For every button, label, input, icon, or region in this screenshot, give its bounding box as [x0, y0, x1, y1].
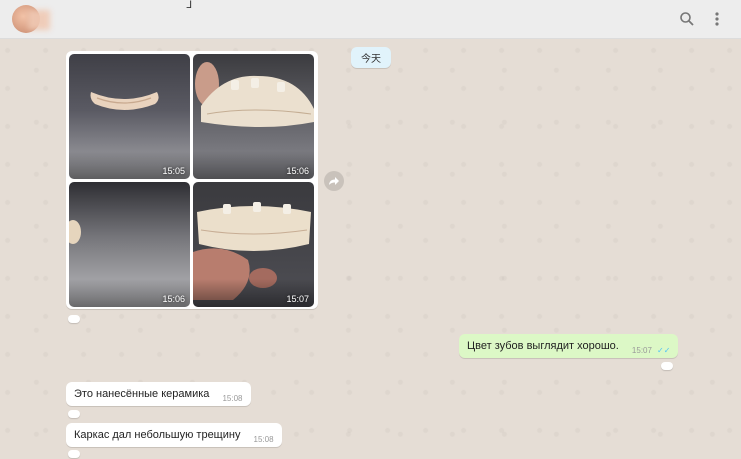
- message-incoming[interactable]: Каркас дал небольшую трещину 15:08: [66, 423, 282, 447]
- forward-button[interactable]: [324, 171, 344, 191]
- reaction-icon[interactable]: [68, 450, 80, 458]
- read-receipt-icon: ✓✓: [657, 346, 671, 355]
- reaction-icon[interactable]: [661, 362, 673, 370]
- photo-time: 15:05: [162, 166, 185, 176]
- photo-time: 15:07: [286, 294, 309, 304]
- message-time: 15:08: [222, 394, 243, 403]
- message-incoming[interactable]: Это нанесённые керамика 15:08: [66, 382, 251, 406]
- reaction-icon[interactable]: [68, 315, 80, 323]
- forward-icon: [329, 177, 339, 185]
- photo-album-bubble[interactable]: 15:05 15:06 15:06 15:07: [66, 51, 318, 309]
- message-time: 15:08: [253, 435, 274, 444]
- chat-header: ᒧ: [0, 0, 741, 39]
- photo-time: 15:06: [286, 166, 309, 176]
- date-chip: 今天: [351, 47, 391, 68]
- photo-thumbnail[interactable]: 15:06: [69, 182, 190, 307]
- photo-thumbnail[interactable]: 15:07: [193, 182, 314, 307]
- photo-time: 15:06: [162, 294, 185, 304]
- photo-thumbnail[interactable]: 15:06: [193, 54, 314, 179]
- photo-thumbnail[interactable]: 15:05: [69, 54, 190, 179]
- message-text: Каркас дал небольшую трещину: [74, 429, 241, 441]
- chat-panel: 今天 15:05 15:06 15:06 15:07 Цвет зубов вы…: [0, 39, 741, 459]
- search-icon[interactable]: [677, 9, 697, 29]
- mouse-cursor-icon: ᒧ: [186, 0, 193, 11]
- reaction-icon[interactable]: [68, 410, 80, 418]
- message-outgoing[interactable]: Цвет зубов выглядит хорошо. 15:07 ✓✓: [459, 334, 679, 358]
- message-text: Цвет зубов выглядит хорошо.: [467, 340, 619, 352]
- message-text: Это нанесённые керамика: [74, 388, 210, 400]
- message-time: 15:07: [631, 346, 652, 355]
- contact-name[interactable]: [28, 10, 50, 30]
- more-vert-icon[interactable]: [707, 9, 727, 29]
